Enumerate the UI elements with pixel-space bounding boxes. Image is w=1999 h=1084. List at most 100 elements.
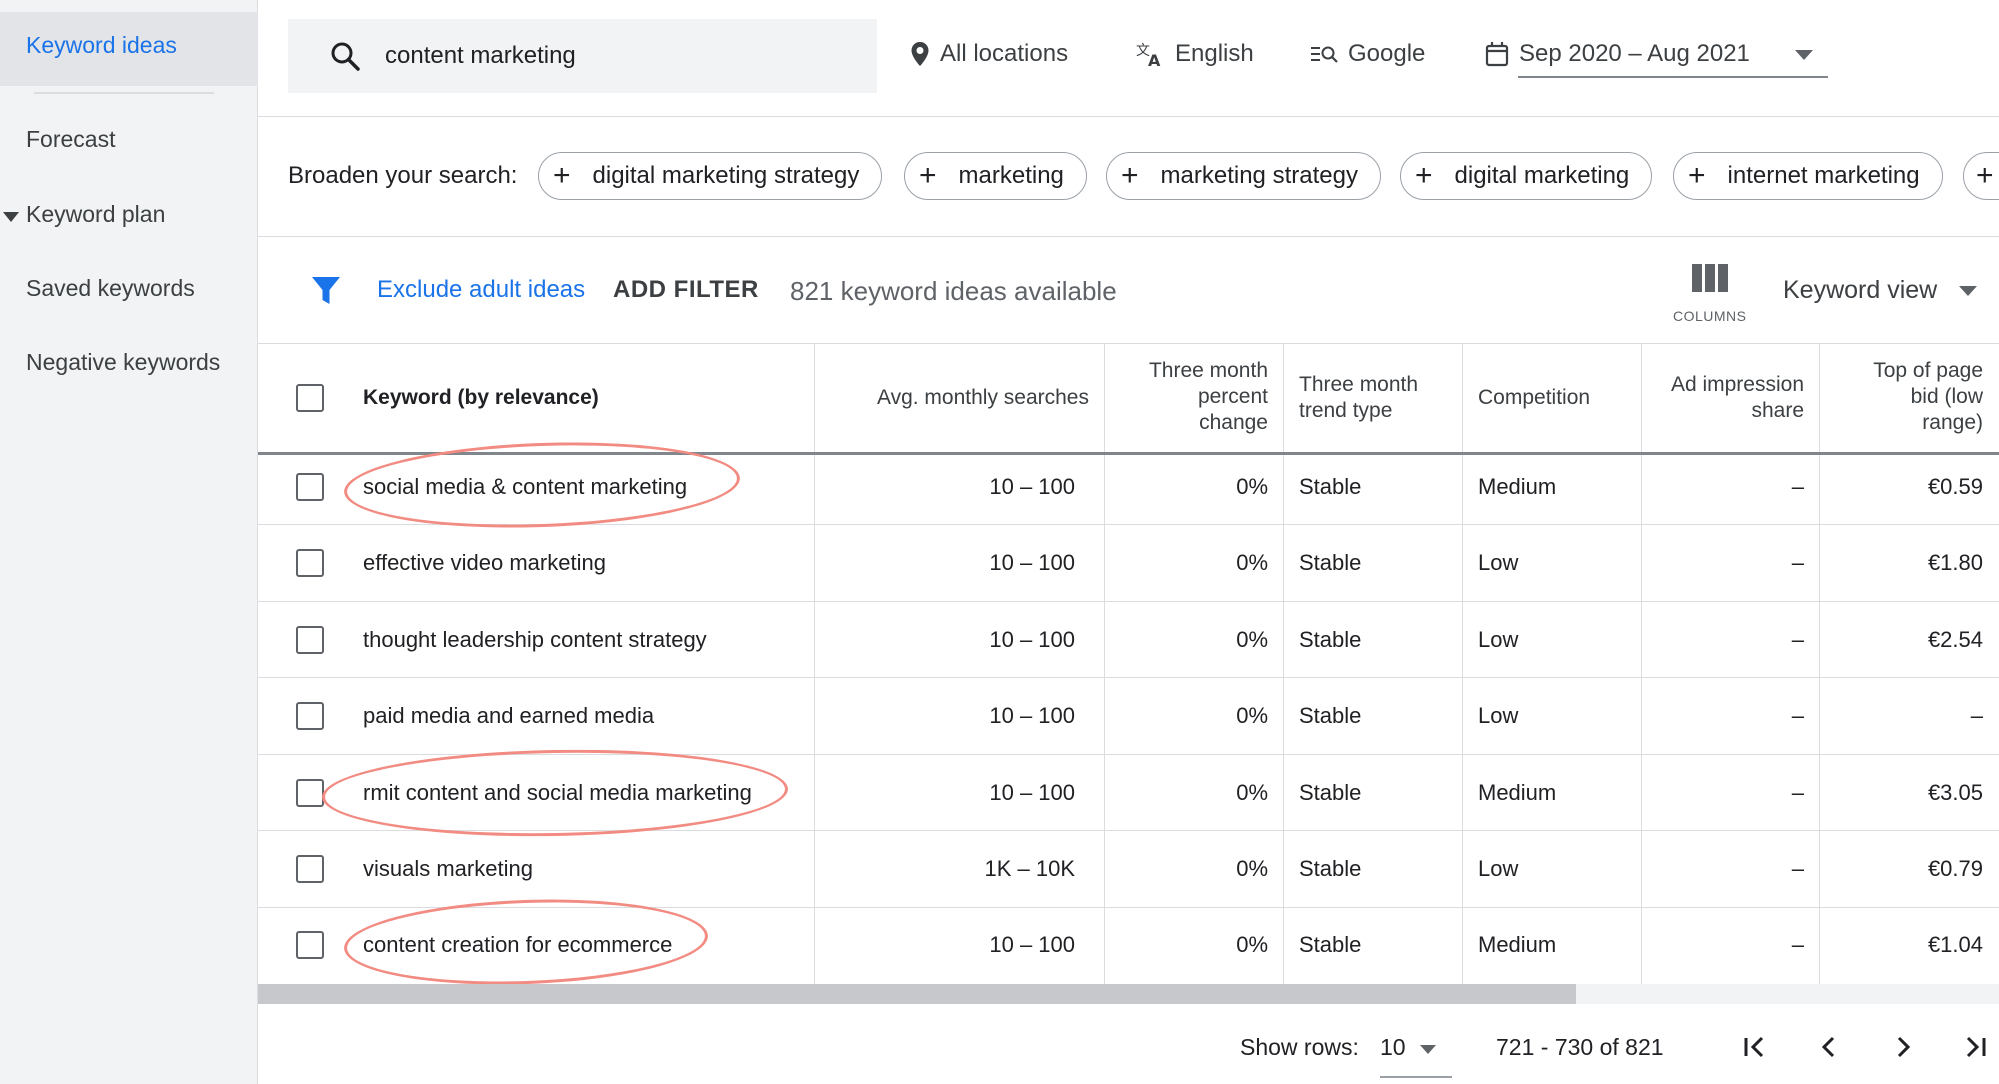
chevron-down-icon[interactable] — [1959, 286, 1977, 296]
date-range-selector[interactable]: Sep 2020 – Aug 2021 — [1485, 40, 1750, 68]
add-filter-button[interactable]: ADD FILTER — [613, 276, 759, 304]
header-line: Three month — [1148, 359, 1268, 382]
row-divider — [258, 601, 1999, 602]
change-cell: 0% — [1236, 550, 1268, 575]
row-checkbox[interactable] — [296, 626, 324, 654]
keyword-view-dropdown[interactable]: Keyword view — [1783, 276, 1937, 305]
top-bid-cell: €3.05 — [1927, 780, 1983, 805]
top-bid-cell: €1.80 — [1927, 550, 1983, 575]
competition-cell: Low — [1478, 550, 1519, 575]
broaden-chip-more[interactable]: + — [1963, 152, 1999, 200]
change-cell: 0% — [1236, 780, 1268, 805]
sidebar: Keyword ideas Forecast Keyword plan Save… — [0, 0, 258, 1084]
avg-searches-cell: 10 – 100 — [989, 627, 1075, 652]
row-checkbox[interactable] — [296, 779, 324, 807]
broaden-chip[interactable]: + digital marketing — [1400, 152, 1653, 200]
language-selector[interactable]: 文 A English — [1135, 40, 1254, 68]
filter-icon[interactable] — [311, 275, 341, 307]
change-cell: 0% — [1236, 474, 1268, 499]
location-label: All locations — [940, 40, 1069, 67]
row-checkbox[interactable] — [296, 549, 324, 577]
rows-per-page-select[interactable]: 10 — [1380, 1034, 1406, 1061]
row-checkbox[interactable] — [296, 855, 324, 883]
broaden-search-label: Broaden your search: — [288, 162, 518, 189]
exclude-adult-ideas-filter[interactable]: Exclude adult ideas — [377, 276, 585, 304]
sidebar-item-keyword-plan[interactable]: Keyword plan — [26, 199, 165, 229]
chip-label: digital marketing strategy — [592, 162, 860, 189]
change-cell: 0% — [1236, 856, 1268, 881]
impression-share-cell: – — [1791, 550, 1804, 575]
sidebar-item-negative-keywords[interactable]: Negative keywords — [26, 347, 226, 377]
avg-searches-cell: 1K – 10K — [984, 856, 1075, 881]
column-header-avg-searches[interactable]: Avg. monthly searches — [820, 385, 1089, 411]
previous-page-icon[interactable] — [1812, 1030, 1846, 1064]
caret-down-icon[interactable] — [3, 212, 19, 222]
header-line: Ad impression — [1670, 373, 1804, 396]
search-network-icon — [1311, 46, 1338, 63]
row-divider — [258, 524, 1999, 525]
row-checkbox[interactable] — [296, 473, 324, 501]
plus-icon: + — [1976, 159, 1994, 192]
column-header-three-month-change[interactable]: Three month percent change — [1110, 358, 1268, 436]
header-line: trend type — [1299, 399, 1393, 422]
column-divider — [1283, 343, 1284, 984]
impression-share-cell: – — [1791, 474, 1804, 499]
date-range-underline — [1518, 76, 1828, 78]
sidebar-item-saved-keywords[interactable]: Saved keywords — [26, 273, 195, 303]
column-header-competition[interactable]: Competition — [1478, 385, 1590, 411]
search-input[interactable]: content marketing — [288, 19, 877, 93]
competition-cell: Medium — [1478, 780, 1557, 805]
keyword-cell: rmit content and social media marketing — [363, 780, 752, 805]
trend-cell: Stable — [1299, 550, 1362, 575]
rows-select-underline — [1380, 1076, 1452, 1078]
columns-label[interactable]: COLUMNS — [1673, 308, 1747, 324]
sidebar-divider — [34, 92, 214, 94]
plus-icon: + — [919, 159, 937, 192]
column-header-impression-share[interactable]: Ad impression share — [1646, 372, 1804, 424]
chevron-down-icon[interactable] — [1420, 1045, 1436, 1054]
broaden-chip[interactable]: + marketing — [904, 152, 1087, 200]
competition-cell: Medium — [1478, 474, 1557, 499]
divider — [258, 116, 1999, 117]
top-bid-cell: €1.04 — [1927, 932, 1983, 957]
chevron-down-icon[interactable] — [1795, 50, 1813, 60]
location-selector[interactable]: All locations — [910, 40, 1068, 68]
search-icon — [331, 42, 360, 71]
select-all-checkbox[interactable] — [296, 384, 324, 412]
keyword-ideas-count: 821 keyword ideas available — [790, 276, 1117, 306]
column-header-trend-type[interactable]: Three month trend type — [1299, 372, 1459, 424]
broaden-chip[interactable]: + internet marketing — [1673, 152, 1943, 200]
trend-cell: Stable — [1299, 856, 1362, 881]
avg-searches-cell: 10 – 100 — [989, 550, 1075, 575]
top-bid-cell: – — [1970, 703, 1983, 728]
broaden-chip[interactable]: + marketing strategy — [1106, 152, 1381, 200]
broaden-chip[interactable]: + digital marketing strategy — [538, 152, 883, 200]
keyword-cell: thought leadership content strategy — [363, 627, 707, 652]
column-header-keyword[interactable]: Keyword (by relevance) — [363, 385, 599, 411]
row-checkbox[interactable] — [296, 931, 324, 959]
keyword-cell: social media & content marketing — [363, 474, 688, 499]
avg-searches-cell: 10 – 100 — [989, 780, 1075, 805]
columns-icon[interactable] — [1692, 264, 1728, 292]
network-selector[interactable]: Google — [1310, 40, 1425, 68]
keyword-cell: visuals marketing — [363, 856, 533, 881]
top-bid-cell: €2.54 — [1927, 627, 1983, 652]
last-page-icon[interactable] — [1958, 1030, 1992, 1064]
column-divider — [814, 343, 815, 984]
plus-icon: + — [553, 159, 571, 192]
competition-cell: Low — [1478, 856, 1519, 881]
row-checkbox[interactable] — [296, 702, 324, 730]
trend-cell: Stable — [1299, 780, 1362, 805]
chip-label: internet marketing — [1727, 162, 1920, 189]
scrollbar-thumb[interactable] — [258, 984, 1576, 1004]
sidebar-item-keyword-ideas[interactable]: Keyword ideas — [0, 12, 258, 86]
first-page-icon[interactable] — [1738, 1030, 1772, 1064]
header-divider — [258, 452, 1999, 455]
plus-icon: + — [1688, 159, 1706, 192]
sidebar-item-forecast[interactable]: Forecast — [26, 124, 115, 154]
keyword-cell: content creation for ecommerce — [363, 932, 673, 957]
column-divider — [1641, 343, 1642, 984]
next-page-icon[interactable] — [1886, 1030, 1920, 1064]
date-range-label: Sep 2020 – Aug 2021 — [1519, 40, 1750, 67]
column-header-top-bid[interactable]: Top of page bid (low range) — [1825, 358, 1983, 436]
